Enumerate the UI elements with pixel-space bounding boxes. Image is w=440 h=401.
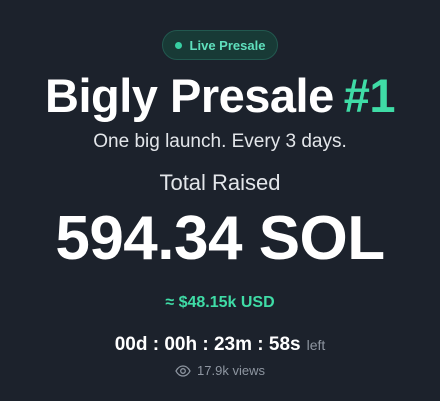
page-title: Bigly Presale #1 [45,69,396,122]
total-raised-amount: 594.34 SOL [55,204,385,273]
eye-icon [175,364,191,377]
total-raised-label: Total Raised [159,170,281,195]
badge-label: Live Presale [189,37,266,53]
countdown-time: 00d : 00h : 23m : 58s [114,334,301,355]
usd-equivalent: ≈ $48.15k USD [165,294,275,311]
tagline: One big launch. Every 3 days. [93,131,347,152]
presale-number: #1 [343,69,396,122]
countdown-timer: 00d : 00h : 23m : 58s left [115,334,326,356]
views-text: 17.9k views [197,363,265,378]
countdown-suffix: left [306,337,326,353]
presale-name: Bigly Presale [45,69,334,122]
live-presale-badge: Live Presale [161,30,279,60]
view-count: 17.9k views [175,363,265,378]
live-dot-icon [174,41,182,49]
presale-panel: Live Presale Bigly Presale #1 One big la… [0,0,440,401]
